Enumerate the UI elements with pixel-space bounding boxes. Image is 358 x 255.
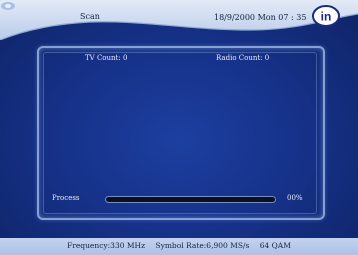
radio-count: Radio Count: 0 bbox=[216, 54, 269, 62]
title-bar: Scan 18/9/2000 Mon 07 : 35 in bbox=[0, 0, 358, 40]
page-title: Scan bbox=[80, 12, 100, 21]
radio-count-label: Radio Count: bbox=[216, 54, 263, 62]
tv-count: TV Count: 0 bbox=[85, 54, 127, 62]
scan-panel-inner bbox=[43, 52, 317, 214]
progress-percent: 00% bbox=[287, 194, 303, 202]
scan-icon bbox=[1, 2, 15, 10]
tv-count-value: 0 bbox=[122, 54, 128, 62]
symbol-rate-text: Symbol Rate:6,900 MS/s bbox=[155, 241, 250, 250]
frequency-text: Frequency:330 MHz bbox=[67, 241, 146, 250]
logo-icon: in bbox=[311, 4, 341, 28]
tv-count-label: TV Count: bbox=[85, 54, 121, 62]
progress-bar bbox=[106, 197, 275, 202]
logo-text: in bbox=[321, 10, 332, 24]
scan-screen: Scan 18/9/2000 Mon 07 : 35 in TV Count: … bbox=[0, 0, 358, 255]
modulation-text: 64 QAM bbox=[259, 241, 291, 250]
radio-count-value: 0 bbox=[264, 54, 270, 62]
status-bar: Frequency:330 MHz Symbol Rate:6,900 MS/s… bbox=[0, 238, 358, 255]
date-time-display: 18/9/2000 Mon 07 : 35 bbox=[214, 13, 307, 22]
process-label: Process bbox=[52, 194, 80, 202]
